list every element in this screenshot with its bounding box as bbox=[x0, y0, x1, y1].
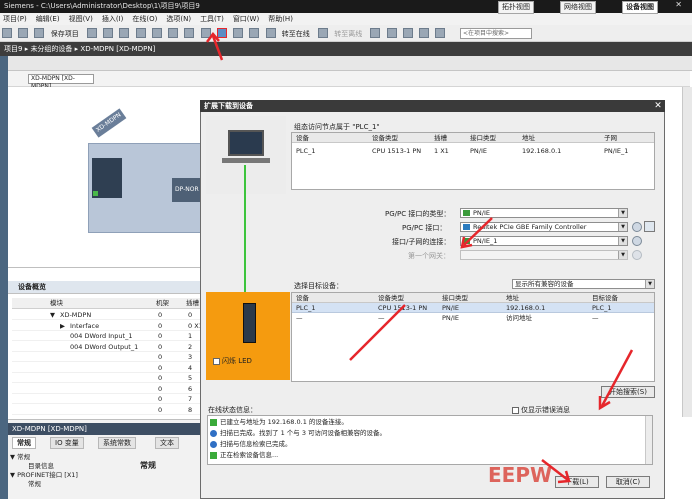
annotation-arrow bbox=[463, 217, 493, 246]
annotation-overlay bbox=[206, 32, 634, 484]
annotation-arrow bbox=[600, 349, 634, 407]
annotation-arrow bbox=[541, 459, 569, 481]
annotation-arrow bbox=[349, 304, 406, 361]
